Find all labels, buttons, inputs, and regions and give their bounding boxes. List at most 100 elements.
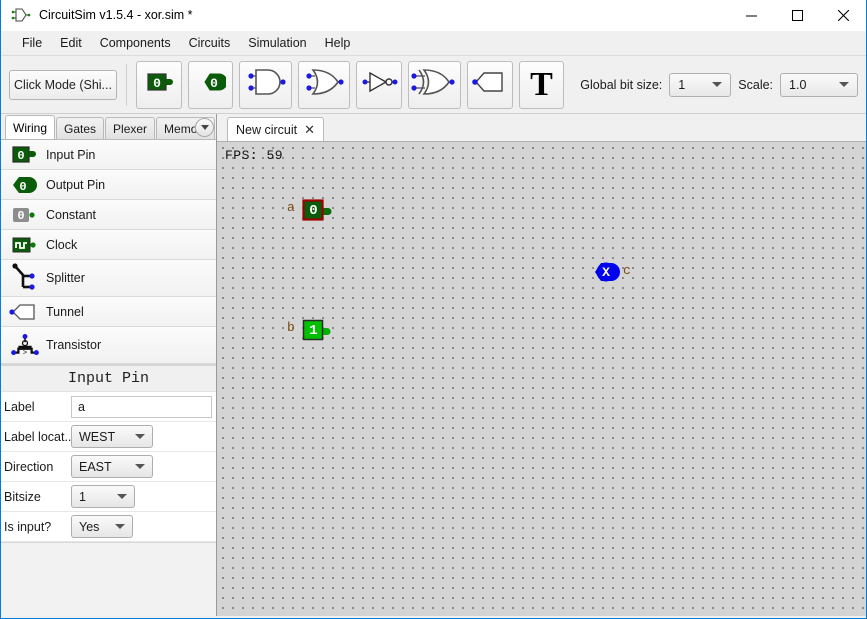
transistor-icon: > xyxy=(7,332,43,358)
circuitsim-window: CircuitSim v1.5.4 - xor.sim * File Edit … xyxy=(0,0,867,619)
component-label: Output Pin xyxy=(46,177,106,192)
chevron-down-icon xyxy=(200,125,209,130)
minimize-button[interactable] xyxy=(728,0,774,31)
circuit-area: New circuit ✕ FPS: 59 a 0 b 1 X c xyxy=(217,114,866,616)
property-row-label-location: Label locat... WEST xyxy=(1,422,216,452)
component-item-input-pin[interactable]: 0 Input Pin xyxy=(1,140,216,170)
window-title: CircuitSim v1.5.4 - xor.sim * xyxy=(39,8,193,22)
component-label: Clock xyxy=(46,237,78,252)
circuit-tab-new-circuit[interactable]: New circuit ✕ xyxy=(227,117,325,141)
output-pin-icon: 0 xyxy=(7,172,43,198)
global-bit-size-label: Global bit size: xyxy=(580,77,663,92)
toolbar-right-controls: Global bit size: 1 Scale: 1.0 xyxy=(580,72,859,97)
menu-help[interactable]: Help xyxy=(316,33,360,53)
text-tool-button[interactable]: T xyxy=(518,60,565,109)
input-pin-a-label: a xyxy=(287,200,295,215)
component-item-splitter[interactable]: Splitter xyxy=(1,260,216,297)
svg-text:0: 0 xyxy=(17,149,24,163)
main-toolbar: Click Mode (Shi... 0 0 T Global bit size… xyxy=(1,56,866,114)
component-item-transistor[interactable]: > Transistor xyxy=(1,327,216,364)
main-body: Wiring Gates Plexer Memory 0 Input Pin 0… xyxy=(1,114,866,616)
not-gate-tool-button[interactable] xyxy=(356,60,403,109)
component-label: Tunnel xyxy=(46,304,84,319)
circuit-canvas[interactable]: FPS: 59 a 0 b 1 X c xyxy=(217,141,866,616)
bitsize-select[interactable]: 1 xyxy=(71,485,135,508)
toolbar-separator-1 xyxy=(126,63,127,106)
maximize-button[interactable] xyxy=(774,0,820,31)
input-pin-icon: 0 xyxy=(144,70,174,99)
tunnel-tool-button[interactable] xyxy=(466,60,513,109)
input-pin-tool-button[interactable]: 0 xyxy=(135,60,182,109)
circuit-tab-label: New circuit xyxy=(236,122,298,137)
label-location-value: WEST xyxy=(79,429,116,444)
tunnel-icon xyxy=(7,299,43,325)
property-name: Bitsize xyxy=(4,489,41,504)
chevron-down-icon xyxy=(712,82,723,87)
sidebar-tab-gates[interactable]: Gates xyxy=(56,117,105,139)
xor-gate-tool-button[interactable] xyxy=(408,60,461,109)
chevron-down-icon xyxy=(115,524,125,529)
direction-value: EAST xyxy=(79,459,112,474)
title-bar: CircuitSim v1.5.4 - xor.sim * xyxy=(1,0,866,31)
direction-select[interactable]: EAST xyxy=(71,455,153,478)
circuit-gate-icon xyxy=(11,7,31,23)
sidebar-tab-wiring[interactable]: Wiring xyxy=(5,115,56,139)
close-icon[interactable]: ✕ xyxy=(304,122,315,138)
property-row-direction: Direction EAST xyxy=(1,452,216,482)
properties-title: Input Pin xyxy=(1,366,216,392)
close-button[interactable] xyxy=(820,0,866,31)
sidebar-tabstrip: Wiring Gates Plexer Memory xyxy=(1,114,216,139)
component-label: Transistor xyxy=(46,338,102,352)
not-gate-icon xyxy=(359,68,399,101)
output-pin-c-label: c xyxy=(623,263,631,278)
label-field[interactable]: a xyxy=(71,395,212,418)
text-icon: T xyxy=(530,65,553,103)
component-sidebar: Wiring Gates Plexer Memory 0 Input Pin 0… xyxy=(1,114,217,616)
or-gate-tool-button[interactable] xyxy=(297,60,351,109)
svg-text:0: 0 xyxy=(19,180,26,194)
click-mode-button[interactable]: Click Mode (Shi... xyxy=(9,69,117,100)
circuit-tabstrip: New circuit ✕ xyxy=(217,114,866,141)
and-gate-tool-button[interactable] xyxy=(239,60,292,109)
input-pin-icon: 0 xyxy=(7,142,43,168)
fps-counter: FPS: 59 xyxy=(225,148,284,163)
property-row-is-input: Is input? Yes xyxy=(1,512,216,542)
properties-empty-area xyxy=(1,542,216,616)
property-name: Is input? xyxy=(4,519,52,534)
svg-text:0: 0 xyxy=(153,76,161,91)
property-row-bitsize: Bitsize 1 xyxy=(1,482,216,512)
menu-circuits[interactable]: Circuits xyxy=(180,33,240,53)
component-item-constant[interactable]: 0 Constant xyxy=(1,200,216,230)
property-name: Label locat... xyxy=(4,429,71,444)
svg-text:0: 0 xyxy=(210,76,218,91)
output-pin-tool-button[interactable]: 0 xyxy=(187,60,234,109)
input-pin-b-value: 1 xyxy=(309,322,318,339)
properties-panel: Input Pin Label a Label locat... WEST Di… xyxy=(1,364,216,616)
input-pin-b-label: b xyxy=(287,320,295,335)
component-list: 0 Input Pin 0 Output Pin 0 Constant Cloc… xyxy=(1,139,216,364)
scale-value: 1.0 xyxy=(789,77,807,92)
menu-bar: File Edit Components Circuits Simulation… xyxy=(1,31,866,56)
sidebar-tab-overflow-button[interactable] xyxy=(195,118,214,137)
bitsize-value: 1 xyxy=(79,489,86,504)
menu-file[interactable]: File xyxy=(13,33,51,53)
output-pin-icon: 0 xyxy=(196,70,227,99)
input-pin-a-value: 0 xyxy=(309,202,318,219)
output-pin-c-value: X xyxy=(602,264,610,280)
menu-edit[interactable]: Edit xyxy=(51,33,91,53)
menu-simulation[interactable]: Simulation xyxy=(239,33,315,53)
label-location-select[interactable]: WEST xyxy=(71,425,153,448)
scale-select[interactable]: 1.0 xyxy=(780,72,859,97)
menu-components[interactable]: Components xyxy=(91,33,180,53)
or-gate-icon xyxy=(302,65,346,104)
component-item-output-pin[interactable]: 0 Output Pin xyxy=(1,170,216,200)
window-controls xyxy=(728,0,866,31)
is-input-select[interactable]: Yes xyxy=(71,515,133,538)
component-item-clock[interactable]: Clock xyxy=(1,230,216,260)
sidebar-tab-plexer[interactable]: Plexer xyxy=(105,117,156,139)
component-item-tunnel[interactable]: Tunnel xyxy=(1,297,216,327)
scale-label: Scale: xyxy=(738,77,774,92)
property-name: Label xyxy=(4,399,35,414)
is-input-value: Yes xyxy=(79,519,100,534)
global-bit-size-select[interactable]: 1 xyxy=(669,72,732,97)
